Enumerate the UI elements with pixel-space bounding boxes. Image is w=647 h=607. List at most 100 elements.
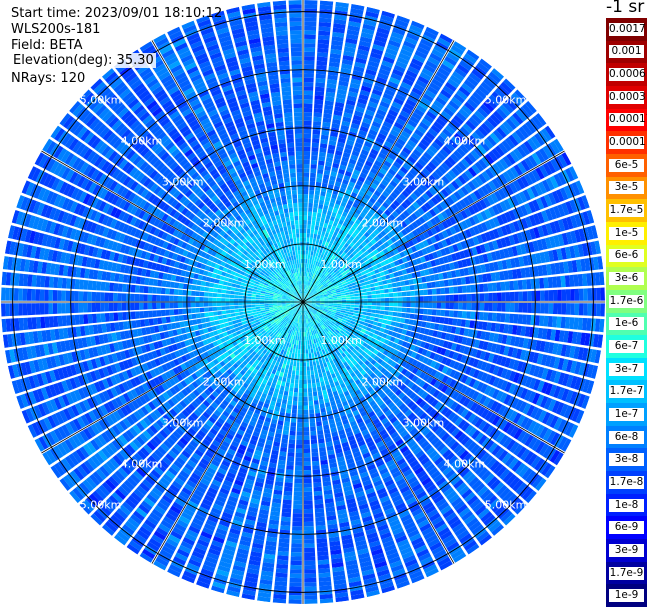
range-gate-cell bbox=[350, 302, 355, 305]
range-gate-cell bbox=[303, 500, 313, 505]
range-gate-cell bbox=[282, 429, 289, 435]
range-gate-cell bbox=[307, 254, 311, 260]
range-gate-cell bbox=[426, 282, 432, 289]
range-gate-cell bbox=[313, 251, 317, 257]
range-gate-cell bbox=[304, 599, 318, 604]
range-gate-cell bbox=[367, 302, 373, 306]
range-gate-cell bbox=[384, 288, 389, 294]
range-gate-cell bbox=[289, 586, 302, 592]
range-gate-cell bbox=[318, 226, 323, 232]
range-gate-cell bbox=[361, 314, 367, 319]
range-gate-cell bbox=[303, 491, 313, 497]
range-gate-cell bbox=[306, 267, 309, 273]
range-gate-cell bbox=[286, 460, 294, 466]
range-gate-cell bbox=[456, 277, 462, 286]
range-gate-cell bbox=[391, 316, 397, 322]
range-gate-cell bbox=[308, 202, 313, 208]
range-gate-cell bbox=[320, 363, 325, 369]
range-gate-cell bbox=[303, 517, 314, 523]
range-gate-cell bbox=[320, 235, 325, 241]
range-gate-cell bbox=[303, 176, 309, 182]
range-gate-cell bbox=[284, 368, 289, 374]
range-gate-cell bbox=[367, 298, 373, 302]
range-gate-cell bbox=[318, 359, 323, 365]
range-gate-cell bbox=[488, 292, 493, 302]
range-gate-cell bbox=[303, 250, 306, 255]
range-gate-cell bbox=[409, 284, 415, 291]
range-gate-cell bbox=[320, 381, 325, 387]
range-gate-cell bbox=[303, 151, 311, 156]
range-gate-cell bbox=[366, 287, 372, 292]
range-gate-cell bbox=[452, 318, 458, 326]
range-gate-cell bbox=[298, 396, 303, 402]
range-gate-cell bbox=[423, 308, 428, 315]
range-gate-cell bbox=[289, 582, 302, 587]
range-gate-cell bbox=[534, 278, 540, 289]
range-gate-cell bbox=[430, 281, 436, 288]
range-gate-cell bbox=[362, 308, 368, 312]
range-gate-cell bbox=[318, 239, 323, 245]
range-gate-cell bbox=[405, 285, 411, 291]
range-gate-cell bbox=[315, 238, 320, 244]
range-gate-cell bbox=[487, 283, 493, 292]
range-gate-cell bbox=[304, 17, 317, 22]
range-gate-cell bbox=[317, 47, 329, 54]
range-gate-cell bbox=[303, 202, 308, 208]
range-gate-cell bbox=[295, 457, 303, 462]
range-gate-cell bbox=[303, 159, 310, 165]
range-gate-cell bbox=[314, 508, 325, 514]
range-gate-cell bbox=[291, 409, 297, 414]
range-gate-cell bbox=[289, 387, 294, 393]
range-gate-cell bbox=[543, 277, 549, 289]
range-gate-cell bbox=[300, 340, 303, 346]
range-gate-cell bbox=[540, 303, 545, 314]
range-gate-cell bbox=[313, 121, 322, 126]
range-gate-cell bbox=[287, 400, 293, 405]
range-gate-cell bbox=[314, 495, 323, 501]
range-gate-cell bbox=[345, 308, 350, 312]
range-gate-cell bbox=[298, 392, 303, 397]
range-gate-cell bbox=[316, 382, 321, 388]
range-gate-cell bbox=[312, 138, 320, 144]
range-gate-cell bbox=[548, 303, 554, 314]
range-gate-cell bbox=[591, 287, 597, 301]
range-gate-cell bbox=[299, 332, 302, 337]
range-gate-cell bbox=[311, 216, 317, 221]
range-gate-cell bbox=[303, 146, 311, 152]
range-gate-cell bbox=[278, 455, 287, 461]
range-gate-cell bbox=[278, 389, 284, 395]
range-gate-cell bbox=[389, 297, 394, 302]
range-gate-cell bbox=[316, 542, 328, 548]
range-gate-cell bbox=[462, 294, 467, 302]
range-gate-cell bbox=[289, 430, 296, 436]
range-gate-cell bbox=[309, 409, 315, 414]
range-gate-cell bbox=[313, 395, 319, 401]
range-gate-cell bbox=[303, 444, 311, 449]
range-gate-cell bbox=[337, 298, 342, 301]
range-gate-cell bbox=[518, 302, 524, 313]
range-gate-cell bbox=[303, 142, 311, 147]
range-gate-cell bbox=[419, 296, 424, 302]
range-gate-cell bbox=[397, 297, 403, 302]
range-gate-cell bbox=[281, 399, 288, 405]
range-gate-cell bbox=[310, 172, 316, 178]
range-gate-cell bbox=[312, 361, 317, 366]
range-gate-cell bbox=[317, 43, 329, 49]
range-gate-cell bbox=[350, 304, 355, 308]
range-gate-cell bbox=[314, 373, 319, 379]
range-gate-cell bbox=[303, 129, 312, 134]
range-gate-cell bbox=[309, 361, 313, 367]
range-gate-cell bbox=[405, 313, 411, 319]
range-gate-cell bbox=[341, 306, 346, 309]
range-gate-cell bbox=[372, 321, 378, 326]
range-gate-cell bbox=[304, 21, 317, 27]
range-gate-cell bbox=[282, 499, 292, 505]
range-gate-cell bbox=[311, 142, 319, 148]
range-gate-cell bbox=[303, 181, 309, 186]
range-gate-cell bbox=[306, 362, 310, 367]
range-gate-cell bbox=[319, 403, 325, 409]
range-gate-cell bbox=[290, 551, 302, 557]
range-gate-cell bbox=[311, 456, 319, 462]
range-gate-cell bbox=[457, 310, 463, 318]
range-gate-cell bbox=[312, 211, 317, 217]
